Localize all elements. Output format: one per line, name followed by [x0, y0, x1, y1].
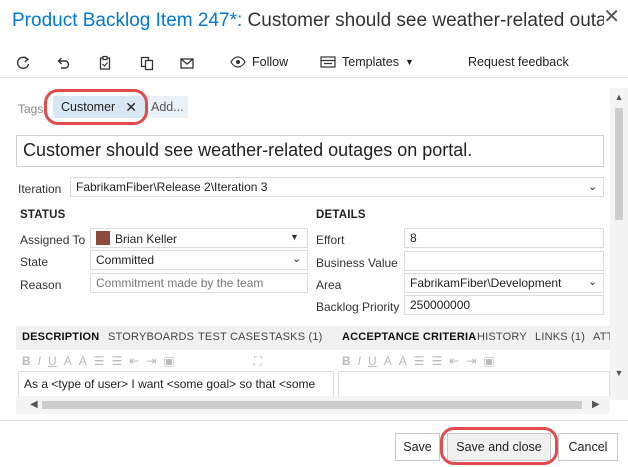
- vertical-scrollbar[interactable]: ▲ ▼: [610, 88, 628, 400]
- iteration-select[interactable]: FabrikamFiber\Release 2\Iteration 3: [70, 177, 604, 197]
- templates-button[interactable]: Templates ▼: [320, 55, 414, 69]
- eye-icon: [230, 56, 246, 68]
- tab-test-cases[interactable]: TEST CASES: [198, 331, 268, 343]
- templates-label: Templates: [342, 55, 399, 69]
- clipboard-icon[interactable]: [96, 54, 114, 72]
- template-icon: [320, 56, 336, 68]
- fullscreen-icon[interactable]: ⛶: [254, 354, 262, 369]
- footer: Save Save and close Cancel: [0, 420, 628, 467]
- copy-icon[interactable]: [138, 54, 156, 72]
- request-feedback-label: Request feedback: [468, 55, 569, 69]
- tab-history[interactable]: HISTORY: [477, 331, 527, 343]
- font-color-icon[interactable]: A: [399, 354, 407, 368]
- scroll-up-icon[interactable]: ▲: [610, 90, 628, 104]
- tabs-bar: DESCRIPTION STORYBOARDS TEST CASES TASKS…: [16, 326, 610, 350]
- description-editor-toolbar: B I U A A ☰ ☰ ⇤ ⇥ ▣ ⛶: [22, 352, 262, 370]
- assigned-to-field[interactable]: Brian Keller: [90, 228, 308, 248]
- tab-description[interactable]: DESCRIPTION: [22, 331, 99, 343]
- numbered-list-icon[interactable]: ☰: [111, 354, 122, 368]
- highlight-icon[interactable]: A: [384, 354, 392, 368]
- highlight-icon[interactable]: A: [64, 354, 72, 368]
- business-value-field[interactable]: [404, 251, 604, 271]
- horizontal-scrollbar[interactable]: ◀ ▶: [16, 396, 610, 414]
- window-title-text: Customer should see weather-related outa…: [247, 10, 604, 31]
- backlog-priority-field[interactable]: 250000000: [404, 295, 604, 315]
- assigned-to-label: Assigned To: [20, 233, 86, 247]
- italic-icon[interactable]: I: [38, 354, 41, 368]
- tags-label: Tags: [18, 102, 44, 116]
- highlight-ring: [44, 89, 148, 125]
- bullet-list-icon[interactable]: ☰: [414, 354, 425, 368]
- image-icon[interactable]: ▣: [163, 354, 174, 368]
- scroll-thumb[interactable]: [615, 108, 623, 220]
- font-color-icon[interactable]: A: [79, 354, 87, 368]
- increase-indent-icon[interactable]: ⇥: [146, 354, 156, 368]
- decrease-indent-icon[interactable]: ⇤: [449, 354, 459, 368]
- window-title: Product Backlog Item 247*: Customer shou…: [12, 10, 604, 32]
- assigned-to-value: Brian Keller: [115, 232, 178, 246]
- work-item-form: Tags Customer ✕ Add... Customer should s…: [0, 88, 610, 400]
- state-select[interactable]: Committed: [90, 250, 308, 270]
- numbered-list-icon[interactable]: ☰: [431, 354, 442, 368]
- decrease-indent-icon[interactable]: ⇤: [129, 354, 139, 368]
- tab-storyboards[interactable]: STORYBOARDS: [108, 331, 194, 343]
- close-icon[interactable]: ✕: [603, 4, 620, 29]
- reason-field[interactable]: Commitment made by the team: [90, 273, 308, 293]
- business-value-label: Business Value: [316, 256, 398, 270]
- italic-icon[interactable]: I: [358, 354, 361, 368]
- avatar: [96, 231, 110, 245]
- tab-links[interactable]: LINKS (1): [535, 331, 585, 343]
- state-label: State: [20, 255, 49, 269]
- tab-tasks[interactable]: TASKS (1): [269, 331, 323, 343]
- tab-acceptance-criteria[interactable]: ACCEPTANCE CRITERIA: [342, 331, 476, 343]
- undo-icon[interactable]: [54, 54, 72, 72]
- title-bar: Product Backlog Item 247*: Customer shou…: [0, 0, 628, 44]
- backlog-priority-label: Backlog Priority: [316, 300, 400, 314]
- status-heading: STATUS: [20, 209, 66, 221]
- scroll-left-icon[interactable]: ◀: [30, 399, 38, 410]
- reason-label: Reason: [20, 278, 62, 292]
- scroll-right-icon[interactable]: ▶: [592, 399, 600, 410]
- acceptance-editor-toolbar: B I U A A ☰ ☰ ⇤ ⇥ ▣: [342, 352, 495, 370]
- area-label: Area: [316, 278, 342, 292]
- details-heading: DETAILS: [316, 209, 366, 221]
- bold-icon[interactable]: B: [342, 354, 351, 368]
- caret-down-icon: ▼: [404, 57, 414, 67]
- effort-label: Effort: [316, 233, 345, 247]
- chevron-down-icon[interactable]: ⌄: [588, 180, 597, 193]
- chevron-down-icon[interactable]: ⌄: [588, 275, 597, 288]
- area-select[interactable]: FabrikamFiber\Development: [404, 273, 604, 293]
- work-item-id-link[interactable]: Product Backlog Item 247*:: [12, 10, 242, 31]
- scroll-down-icon[interactable]: ▼: [610, 366, 628, 380]
- title-field[interactable]: Customer should see weather-related outa…: [16, 135, 604, 167]
- effort-field[interactable]: 8: [404, 228, 604, 248]
- underline-icon[interactable]: U: [48, 354, 57, 368]
- caret-down-icon[interactable]: ▼: [290, 232, 299, 242]
- follow-button[interactable]: Follow: [230, 55, 288, 69]
- request-feedback-button[interactable]: Request feedback: [468, 55, 569, 69]
- image-icon[interactable]: ▣: [483, 354, 494, 368]
- scroll-thumb[interactable]: [42, 401, 582, 409]
- follow-label: Follow: [252, 55, 289, 69]
- cancel-button[interactable]: Cancel: [558, 433, 618, 461]
- add-tag-button[interactable]: Add...: [147, 96, 188, 118]
- chevron-down-icon[interactable]: ⌄: [292, 252, 301, 265]
- tab-attachments[interactable]: ATT: [593, 331, 610, 343]
- email-icon[interactable]: [178, 54, 196, 72]
- increase-indent-icon[interactable]: ⇥: [466, 354, 476, 368]
- bold-icon[interactable]: B: [22, 354, 31, 368]
- save-button[interactable]: Save: [395, 433, 440, 461]
- iteration-label: Iteration: [18, 182, 62, 196]
- refresh-icon[interactable]: [14, 54, 32, 72]
- toolbar: Follow Templates ▼ Request feedback: [0, 48, 628, 78]
- highlight-ring: [440, 427, 558, 465]
- bullet-list-icon[interactable]: ☰: [94, 354, 105, 368]
- underline-icon[interactable]: U: [368, 354, 377, 368]
